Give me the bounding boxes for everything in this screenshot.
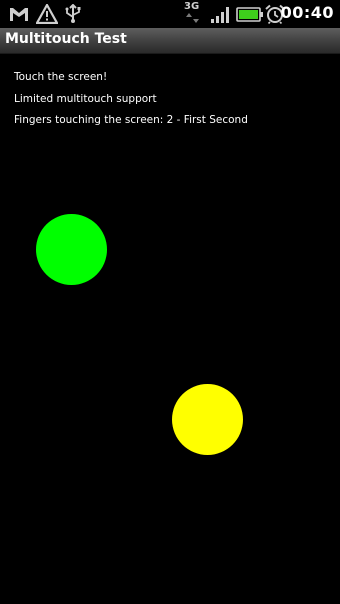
signal-icon [211, 7, 229, 23]
app-title: Multitouch Test [5, 31, 127, 47]
gmail-icon [10, 8, 28, 21]
battery-icon [236, 7, 263, 22]
title-bar: Multitouch Test [0, 28, 340, 54]
status-time: 00:40 [280, 3, 334, 22]
support-text: Limited multitouch support [14, 93, 157, 105]
3g-data-icon: 3G [184, 1, 204, 23]
instruction-text: Touch the screen! [14, 71, 108, 83]
touch-count-text: Fingers touching the screen: 2 - First S… [14, 114, 248, 126]
status-bar: 3G 00:40 [0, 0, 340, 28]
network-type-label: 3G [184, 1, 200, 12]
screen: 3G 00:40 Multitouch Test Touch the scree… [0, 0, 340, 604]
touch-point-second [172, 384, 243, 455]
touch-point-first [36, 214, 107, 285]
touch-canvas[interactable]: Touch the screen! Limited multitouch sup… [0, 54, 340, 604]
usb-icon [65, 4, 81, 23]
warning-icon [36, 4, 58, 24]
